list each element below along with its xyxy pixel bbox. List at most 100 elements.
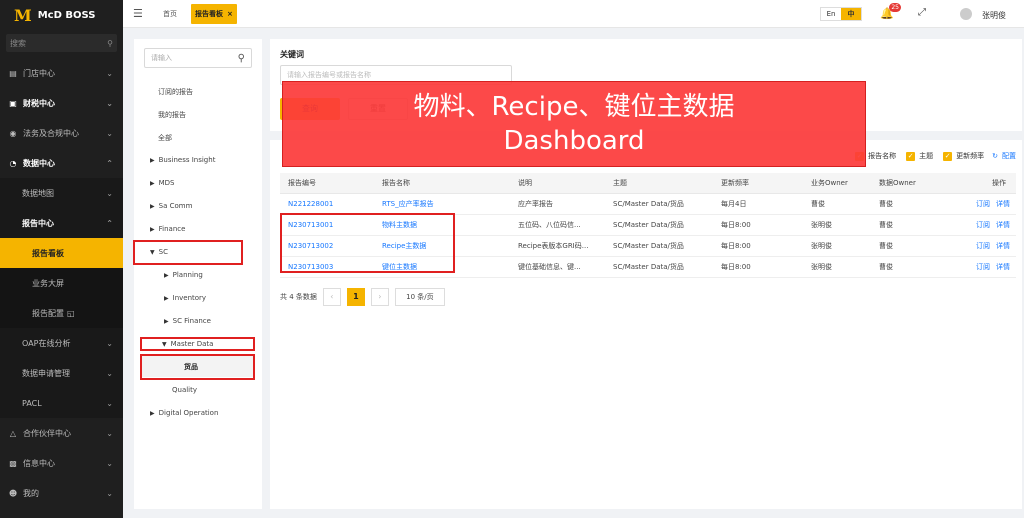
- report-frequency: 每月4日: [713, 193, 803, 215]
- annotation-banner: 物料、Recipe、键位主数据 Dashboard: [282, 81, 866, 167]
- language-switch[interactable]: En 中: [820, 7, 862, 21]
- tree-item-all[interactable]: 全部: [158, 133, 172, 143]
- sidebar-item-label: 报告配置: [32, 308, 64, 318]
- next-page-button[interactable]: ›: [370, 288, 389, 306]
- subscribe-link[interactable]: 订阅: [976, 221, 990, 229]
- sidebar-search-input[interactable]: 搜索 ⚲: [6, 34, 117, 52]
- tree-item-mine[interactable]: 我的报告: [158, 110, 186, 120]
- tree-item-business-insight[interactable]: ▶ Business Insight: [150, 156, 215, 164]
- sidebar-item-label: 数据地图: [22, 188, 54, 198]
- tree-item-finance[interactable]: ▶ Finance: [150, 225, 185, 233]
- sidebar-item-data-request[interactable]: 数据申请管理 ⌄: [0, 358, 123, 388]
- user-name[interactable]: 张明俊: [982, 10, 1006, 21]
- detail-link[interactable]: 详情: [996, 221, 1010, 229]
- prev-page-button[interactable]: ‹: [322, 288, 341, 306]
- checkbox-frequency[interactable]: ✓: [943, 151, 953, 161]
- sidebar-item-report-board[interactable]: 报告看板: [0, 238, 123, 268]
- tree-item-mds[interactable]: ▶ MDS: [150, 179, 175, 187]
- close-icon[interactable]: ×: [227, 10, 233, 18]
- sidebar-item-data-center[interactable]: ◔ 数据中心 ⌃: [0, 148, 123, 178]
- subscribe-link[interactable]: 订阅: [976, 200, 990, 208]
- page-number-current[interactable]: 1: [346, 288, 365, 306]
- tree-item-label: Finance: [158, 225, 186, 233]
- tree-item-sc-finance[interactable]: ▶ SC Finance: [164, 317, 211, 325]
- subscribe-link[interactable]: 订阅: [976, 263, 990, 271]
- report-id-link[interactable]: N221228001: [280, 193, 374, 215]
- option-label: 报告名称: [868, 152, 897, 160]
- user-icon: ☻: [8, 488, 18, 498]
- highlight-box-master-data: [140, 337, 255, 351]
- sidebar-item-finance[interactable]: ▣ 财税中心 ⌄: [0, 88, 123, 118]
- tab-report-board[interactable]: 报告看板 ×: [191, 3, 237, 24]
- page-size-select[interactable]: 10 条/页: [394, 288, 445, 306]
- highlight-box-sc: [133, 240, 243, 265]
- tab-home[interactable]: 首页: [159, 4, 181, 24]
- tree-item-sa-comm[interactable]: ▶ Sa Comm: [150, 202, 192, 210]
- lang-en-option[interactable]: En: [821, 8, 841, 20]
- config-link[interactable]: 配置: [1002, 151, 1016, 161]
- caret-right-icon: ▶: [150, 203, 155, 210]
- fullscreen-icon[interactable]: ⤢: [918, 7, 926, 18]
- avatar[interactable]: [960, 8, 972, 20]
- sidebar-item-label: 数据中心: [23, 158, 55, 168]
- business-owner: 张明俊: [803, 256, 871, 278]
- sidebar-item-store[interactable]: ▤ 门店中心 ⌄: [0, 58, 123, 88]
- lang-zh-option[interactable]: 中: [841, 8, 861, 20]
- finance-icon: ▣: [9, 98, 17, 108]
- sidebar-item-pacl[interactable]: PACL ⌄: [0, 388, 123, 418]
- mcd-logo-icon: M: [14, 5, 32, 25]
- logo[interactable]: M McD BOSS: [0, 0, 123, 30]
- tree-item-label: 订阅的报告: [158, 88, 193, 96]
- sidebar-item-mine[interactable]: ☻ 我的 ⌄: [0, 478, 123, 508]
- menu-toggle-icon[interactable]: ☰: [133, 7, 149, 20]
- tree-item-planning[interactable]: ▶ Planning: [164, 271, 203, 279]
- sidebar-item-label: 报告中心: [22, 218, 54, 228]
- tree-item-label: MDS: [158, 179, 175, 187]
- detail-link[interactable]: 详情: [996, 242, 1010, 250]
- detail-link[interactable]: 详情: [996, 263, 1010, 271]
- report-theme: SC/Master Data/货品: [605, 193, 713, 215]
- search-icon[interactable]: ⚲: [238, 53, 245, 64]
- sidebar-item-business-screen[interactable]: 业务大屏: [0, 268, 123, 298]
- report-theme: SC/Master Data/货品: [605, 235, 713, 257]
- sidebar-item-oap[interactable]: OAP在线分析 ⌄: [0, 328, 123, 358]
- sidebar-item-label: 我的: [23, 488, 39, 498]
- sidebar-item-report-config[interactable]: 报告配置 ◱: [0, 298, 123, 328]
- refresh-icon[interactable]: ↻: [992, 152, 998, 160]
- tab-label: 首页: [163, 9, 177, 18]
- sidebar-item-legal[interactable]: ◉ 法务及合规中心 ⌄: [0, 118, 123, 148]
- column-header: 报告名称: [374, 173, 510, 194]
- row-actions: 订阅 详情: [961, 256, 1016, 278]
- caret-right-icon: ▶: [164, 295, 169, 302]
- tree-item-inventory[interactable]: ▶ Inventory: [164, 294, 206, 302]
- sidebar-item-data-map[interactable]: 数据地图 ⌄: [0, 178, 123, 208]
- report-frequency: 每日8:00: [713, 256, 803, 278]
- sidebar-item-label: 门店中心: [23, 68, 55, 78]
- tab-label: 报告看板: [195, 9, 223, 18]
- sidebar-item-partner[interactable]: △ 合作伙伴中心 ⌄: [0, 418, 123, 448]
- tree-item-quality[interactable]: Quality: [172, 386, 197, 394]
- search-icon: ⚲: [107, 38, 113, 48]
- total-count: 共 4 条数据: [280, 293, 317, 301]
- partner-icon: △: [9, 428, 17, 438]
- tree-item-label: Sa Comm: [158, 202, 193, 210]
- subscribe-link[interactable]: 订阅: [976, 242, 990, 250]
- business-owner: 曹俊: [803, 193, 871, 215]
- tree-item-subscribed[interactable]: 订阅的报告: [158, 87, 193, 97]
- sidebar-item-message[interactable]: ▩ 信息中心 ⌄: [0, 448, 123, 478]
- message-icon: ▩: [9, 458, 17, 468]
- row-actions: 订阅 详情: [961, 193, 1016, 215]
- chevron-down-icon: ⌄: [106, 128, 113, 138]
- caret-right-icon: ▶: [150, 180, 155, 187]
- tree-item-digital-operation[interactable]: ▶ Digital Operation: [150, 409, 218, 417]
- detail-link[interactable]: 详情: [996, 200, 1010, 208]
- caret-right-icon: ▶: [164, 318, 169, 325]
- column-header: 业务Owner: [803, 173, 871, 194]
- tree-search-input[interactable]: 请输入 ⚲: [144, 48, 252, 68]
- column-options: ✓报告名称 ✓主题 ✓更新频率 ↻ 配置: [855, 151, 1016, 161]
- checkbox-theme[interactable]: ✓: [906, 151, 916, 161]
- report-name-link[interactable]: RTS_应产率报告: [374, 193, 510, 215]
- sidebar-item-report-center[interactable]: 报告中心 ⌃: [0, 208, 123, 238]
- chevron-down-icon: ⌄: [106, 368, 113, 378]
- chevron-up-icon: ⌃: [106, 218, 113, 228]
